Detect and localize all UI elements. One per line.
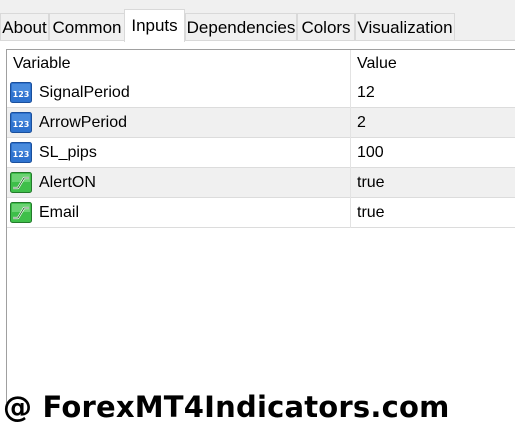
column-separator — [350, 198, 351, 228]
int-123-icon: 123 — [10, 112, 32, 133]
bool-toggle-icon — [10, 172, 32, 193]
int-123-icon: 123 — [10, 82, 32, 103]
variable-value[interactable]: true — [357, 198, 385, 227]
tab-bar: About Common Inputs Dependencies Colors … — [0, 0, 515, 42]
variable-name: Email — [39, 203, 80, 221]
grid-header: Variable Value — [7, 50, 515, 78]
column-header-variable[interactable]: Variable — [13, 50, 71, 78]
variable-name: SignalPeriod — [39, 83, 130, 101]
table-row[interactable]: Email true — [7, 198, 515, 228]
variable-name: AlertON — [39, 173, 96, 191]
inputs-panel: Variable Value 123 SignalPeriod 12 123 A… — [0, 41, 515, 424]
int-123-icon: 123 — [10, 142, 32, 163]
column-separator[interactable] — [350, 50, 351, 78]
svg-text:123: 123 — [13, 120, 30, 129]
variable-value[interactable]: 100 — [357, 138, 384, 167]
table-row[interactable]: 123 ArrowPeriod 2 — [7, 108, 515, 138]
tab-inputs[interactable]: Inputs — [124, 9, 185, 42]
column-separator — [350, 78, 351, 108]
table-row[interactable]: 123 SL_pips 100 — [7, 138, 515, 168]
table-row[interactable]: 123 SignalPeriod 12 — [7, 78, 515, 108]
tab-dependencies[interactable]: Dependencies — [185, 13, 297, 41]
tab-about[interactable]: About — [0, 13, 49, 41]
column-separator — [350, 108, 351, 138]
variable-value[interactable]: true — [357, 168, 385, 197]
svg-text:123: 123 — [13, 150, 30, 159]
variable-name: SL_pips — [39, 143, 97, 161]
tab-colors[interactable]: Colors — [297, 13, 355, 41]
column-header-value[interactable]: Value — [357, 50, 397, 78]
column-separator — [350, 168, 351, 198]
svg-text:123: 123 — [13, 90, 30, 99]
watermark-text: @ ForexMT4Indicators.com — [3, 390, 450, 424]
inputs-grid: Variable Value 123 SignalPeriod 12 123 A… — [6, 49, 515, 403]
tab-common[interactable]: Common — [49, 13, 125, 41]
tab-visualization[interactable]: Visualization — [355, 13, 455, 41]
bool-toggle-icon — [10, 202, 32, 223]
table-row[interactable]: AlertON true — [7, 168, 515, 198]
variable-value[interactable]: 12 — [357, 78, 375, 107]
column-separator — [350, 138, 351, 168]
variable-value[interactable]: 2 — [357, 108, 366, 137]
variable-name: ArrowPeriod — [39, 113, 128, 131]
